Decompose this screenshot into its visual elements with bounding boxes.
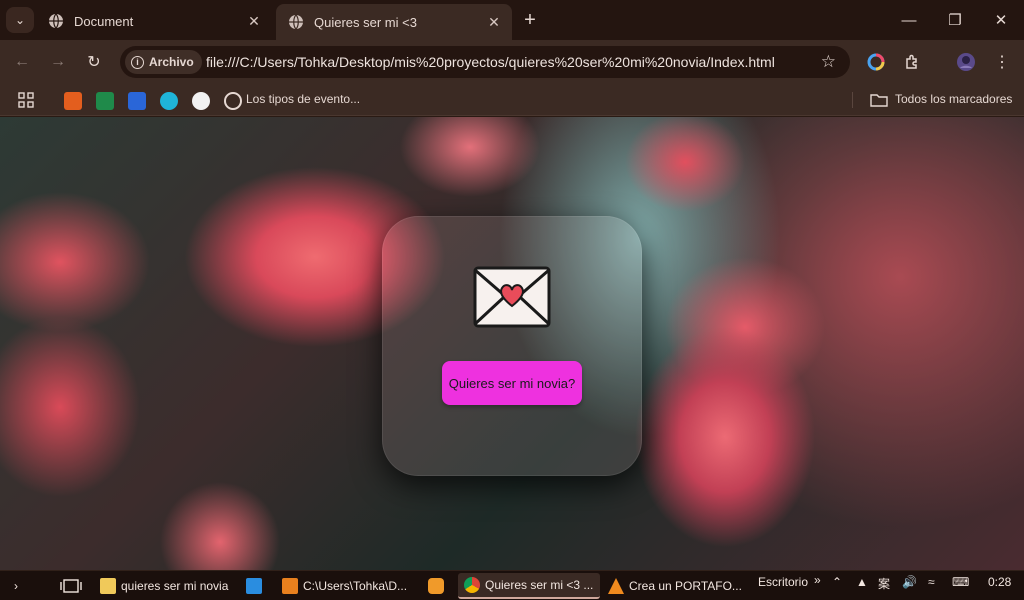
tab-title: Quieres ser mi <3 — [314, 14, 417, 30]
taskbar-item-label: C:\Users\Tohka\D... — [303, 579, 408, 593]
profile-avatar[interactable] — [954, 50, 978, 74]
vlc-icon — [608, 578, 624, 594]
taskbar-item-sublime[interactable]: C:\Users\Tohka\D... — [282, 573, 418, 599]
forward-button[interactable]: → — [44, 48, 72, 76]
tab-title: Document — [74, 13, 134, 29]
taskbar-item-label: quieres ser mi novia — [121, 579, 229, 593]
taskbar-item-label: Quieres ser mi <3 ... — [485, 578, 594, 592]
sublime-icon — [282, 578, 298, 594]
taskbar-item-label: Crea un PORTAFO... — [629, 579, 742, 593]
bookmark-excel-icon[interactable] — [96, 92, 114, 110]
bookmarks-divider — [852, 92, 853, 108]
language-icon[interactable]: 案 — [878, 575, 890, 592]
site-info-chip[interactable]: i Archivo — [125, 50, 202, 74]
chip-label: Archivo — [149, 55, 194, 69]
page-background: Quieres ser mi novia? — [0, 117, 1024, 570]
reload-button[interactable]: ↻ — [80, 48, 108, 76]
folder-icon — [870, 92, 888, 110]
browser-titlebar: ⌄ Document ✕ Quieres ser mi <3 ✕ + — ❐ ✕ — [0, 0, 1024, 40]
volume-icon[interactable]: 🔊 — [902, 575, 917, 589]
windows-taskbar: › quieres ser mi novia C:\Users\Tohka\D.… — [0, 570, 1024, 600]
back-button[interactable]: ← — [8, 48, 36, 76]
restore-button[interactable]: ❐ — [932, 0, 978, 40]
address-bar[interactable]: i Archivo file:///C:/Users/Tohka/Desktop… — [120, 46, 850, 78]
close-tab-icon[interactable]: ✕ — [244, 11, 264, 31]
chevron-down-icon: ⌄ — [14, 13, 26, 27]
tab-search-button[interactable]: ⌄ — [6, 7, 34, 33]
app-icon — [428, 578, 444, 594]
bookmark-blue-icon[interactable] — [128, 92, 146, 110]
url-text[interactable]: file:///C:/Users/Tohka/Desktop/mis%20pro… — [206, 54, 775, 70]
proposal-button[interactable]: Quieres ser mi novia? — [442, 361, 582, 405]
taskbar-item-vscode[interactable] — [246, 573, 267, 599]
close-window-button[interactable]: ✕ — [978, 0, 1024, 40]
bookmarks-bar: Los tipos de evento... Todos los marcado… — [0, 84, 1024, 116]
vscode-icon — [246, 578, 262, 594]
folder-icon — [100, 578, 116, 594]
taskbar-item-app[interactable] — [428, 573, 449, 599]
taskbar-item-chrome[interactable]: Quieres ser mi <3 ... — [458, 573, 600, 599]
clock-time[interactable]: 0:28 — [988, 575, 1011, 589]
bookmark-html-icon[interactable] — [64, 92, 82, 110]
info-icon: i — [131, 55, 144, 69]
wifi-icon[interactable]: ≈ — [928, 575, 935, 589]
browser-toolbar: ← → ↻ i Archivo file:///C:/Users/Tohka/D… — [0, 40, 1024, 84]
menu-dots-icon[interactable]: ⋮ — [990, 50, 1014, 74]
taskbar-item-vlc[interactable]: Crea un PORTAFO... — [608, 573, 748, 599]
globe-icon — [48, 13, 64, 29]
envelope-heart-icon — [473, 266, 551, 328]
bookmark-label[interactable]: Los tipos de evento... — [246, 92, 360, 106]
extension-color-icon[interactable] — [864, 50, 888, 74]
globe-icon — [288, 14, 304, 30]
bookmark-cyan-icon[interactable] — [160, 92, 178, 110]
close-tab-icon[interactable]: ✕ — [484, 12, 504, 32]
task-view-icon[interactable] — [60, 573, 82, 599]
vlc-tray-icon[interactable]: ▲ — [856, 575, 868, 589]
tab-document[interactable]: Document ✕ — [36, 6, 272, 36]
apps-grid-icon[interactable] — [18, 92, 36, 110]
tray-up-arrow-icon[interactable]: ⌃ — [832, 575, 842, 589]
proposal-card: Quieres ser mi novia? — [382, 216, 642, 476]
bookmark-event-icon[interactable] — [224, 92, 242, 110]
show-hidden-chevron-icon[interactable]: › — [14, 573, 18, 599]
tab-quieres-ser-mi[interactable]: Quieres ser mi <3 ✕ — [276, 4, 512, 40]
bookmark-panda-icon[interactable] — [192, 92, 210, 110]
desktop-label[interactable]: Escritorio — [758, 575, 808, 589]
keyboard-icon[interactable]: ⌨ — [952, 575, 969, 589]
new-tab-button[interactable]: + — [518, 8, 542, 32]
minimize-button[interactable]: — — [886, 0, 932, 40]
taskbar-item-folder[interactable]: quieres ser mi novia — [100, 573, 232, 599]
chrome-icon — [464, 577, 480, 593]
chevron-right-icon[interactable]: » — [814, 573, 821, 587]
bookmark-star-icon[interactable]: ☆ — [821, 52, 836, 72]
extensions-puzzle-icon[interactable] — [900, 50, 924, 74]
all-bookmarks-label[interactable]: Todos los marcadores — [895, 92, 1012, 106]
